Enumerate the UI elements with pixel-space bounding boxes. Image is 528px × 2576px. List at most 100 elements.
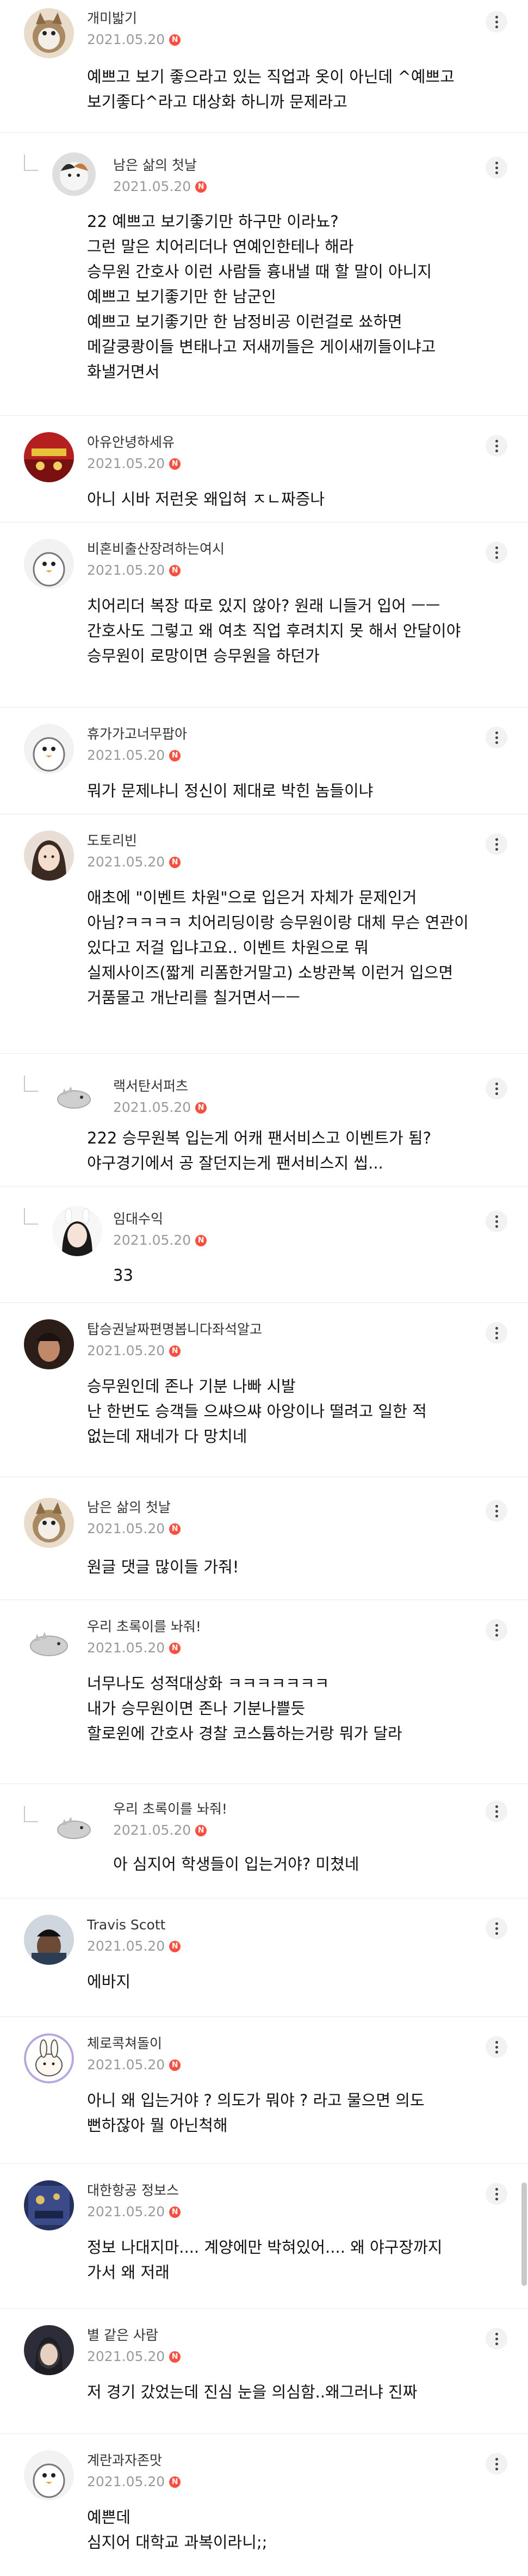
user-avatar[interactable] xyxy=(24,724,74,774)
more-options-button[interactable] xyxy=(486,2183,507,2205)
comment-date-text: 2021.05.20 xyxy=(87,2204,165,2220)
comment-date-text: 2021.05.20 xyxy=(113,1822,191,1838)
user-avatar[interactable] xyxy=(24,1616,74,1667)
comment-item: 비혼비출산장려하는여시 2021.05.20 N 치어리더 복장 따로 있지 않아… xyxy=(0,522,528,708)
comment-item: 개미밟기 2021.05.20 N 예쁘고 보기 좋으라고 있는 직업과 옷이 아… xyxy=(0,0,528,133)
more-dot-icon xyxy=(495,843,498,846)
more-options-button[interactable] xyxy=(486,1619,507,1641)
user-avatar[interactable] xyxy=(24,539,74,589)
more-dot-icon xyxy=(495,439,498,442)
comment-date-text: 2021.05.20 xyxy=(113,179,191,194)
user-avatar[interactable] xyxy=(24,1319,74,1369)
reply-indicator-icon xyxy=(24,1806,38,1822)
comment-date: 2021.05.20 N xyxy=(113,1232,207,1249)
comment-author[interactable]: 우리 초록이를 놔줘! xyxy=(113,1800,227,1818)
comment-author[interactable]: 임대수익 xyxy=(113,1210,207,1228)
new-badge: N xyxy=(169,34,181,46)
user-avatar[interactable] xyxy=(24,8,74,58)
comment-item: Travis Scott 2021.05.20 N 에바지 xyxy=(0,1898,528,2017)
comment-item: 체로콕쳐돌이 2021.05.20 N 아니 왜 입는거야 ? 의도가 뭐야 ? … xyxy=(0,2017,528,2164)
more-dot-icon xyxy=(495,731,498,734)
comment-date-text: 2021.05.20 xyxy=(87,1640,165,1656)
comment-author[interactable]: 도토리빈 xyxy=(87,832,181,850)
user-avatar[interactable] xyxy=(52,1206,102,1256)
scrollbar-thumb[interactable] xyxy=(521,2182,527,2286)
more-options-button[interactable] xyxy=(486,2036,507,2058)
comment-text: 원글 댓글 많이들 가줘! xyxy=(87,1558,239,1576)
comment-date-text: 2021.05.20 xyxy=(87,32,165,47)
comment-date: 2021.05.20 N xyxy=(87,1640,201,1656)
more-dot-icon xyxy=(495,1805,498,1808)
more-options-button[interactable] xyxy=(486,1917,507,1939)
more-options-button[interactable] xyxy=(486,727,507,748)
comment-author[interactable]: 탑승권날짜편명봅니다좌석알고 xyxy=(87,1321,262,1338)
comment-date-text: 2021.05.20 xyxy=(87,747,165,763)
more-dot-icon xyxy=(495,1504,498,1508)
comment-author[interactable]: 남은 삶의 첫날 xyxy=(113,157,207,174)
comment-item: 대한항공 정보스 2021.05.20 N 정보 나대지마.... 계양에만 박혀… xyxy=(0,2164,528,2309)
more-dot-icon xyxy=(495,20,498,23)
comment-author[interactable]: 개미밟기 xyxy=(87,10,181,27)
comment-author[interactable]: 비혼비출산장려하는여시 xyxy=(87,540,225,558)
user-avatar[interactable] xyxy=(24,2180,74,2230)
more-dot-icon xyxy=(495,171,498,174)
more-dot-icon xyxy=(495,2457,498,2461)
user-avatar[interactable] xyxy=(24,2033,74,2083)
comment-author[interactable]: 별 같은 사람 xyxy=(87,2327,181,2344)
more-options-button[interactable] xyxy=(486,1800,507,1822)
more-dot-icon xyxy=(495,1628,498,1632)
new-badge: N xyxy=(169,1642,181,1654)
user-avatar[interactable] xyxy=(52,1804,96,1847)
user-avatar[interactable] xyxy=(52,1073,96,1117)
more-dot-icon xyxy=(495,741,498,744)
more-options-button[interactable] xyxy=(486,2453,507,2475)
comment-date: 2021.05.20 N xyxy=(87,2057,181,2073)
more-dot-icon xyxy=(495,1810,498,1813)
user-avatar[interactable] xyxy=(24,831,74,881)
comment-author[interactable]: 랙서탄서퍼츠 xyxy=(113,1078,207,1095)
comment-author[interactable]: 계란과자존맛 xyxy=(87,2452,181,2469)
more-options-button[interactable] xyxy=(486,435,507,457)
more-dot-icon xyxy=(495,2332,498,2335)
more-options-button[interactable] xyxy=(486,1322,507,1344)
user-avatar[interactable] xyxy=(24,2325,74,2375)
user-avatar[interactable] xyxy=(24,2450,74,2500)
more-options-button[interactable] xyxy=(486,11,507,33)
comment-author[interactable]: 아유안녕하세유 xyxy=(87,434,181,451)
more-options-button[interactable] xyxy=(486,1210,507,1232)
comment-author[interactable]: 휴가가고너무팝아 xyxy=(87,726,187,743)
comment-author[interactable]: 대한항공 정보스 xyxy=(87,2182,181,2199)
new-badge: N xyxy=(169,458,181,470)
comment-date: 2021.05.20 N xyxy=(87,2348,181,2365)
more-dot-icon xyxy=(495,1633,498,1637)
comment-text: 치어리더 복장 따로 있지 않아? 원래 니들거 입어 ㅡㅡ 간호사도 그렇고 … xyxy=(87,597,461,665)
more-options-button[interactable] xyxy=(486,542,507,563)
reply-item: 우리 초록이를 놔줘! 2021.05.20 N 아 심지어 학생들이 입는거야?… xyxy=(0,1784,528,1898)
new-badge: N xyxy=(169,1523,181,1535)
more-options-button[interactable] xyxy=(486,2328,507,2350)
more-dot-icon xyxy=(495,1932,498,1935)
more-options-button[interactable] xyxy=(486,833,507,855)
comment-item: 아유안녕하세유 2021.05.20 N 아니 시바 저런옷 왜입혀 ㅈㄴ짜증나 xyxy=(0,416,528,522)
comment-date: 2021.05.20 N xyxy=(87,32,181,48)
comment-author[interactable]: 우리 초록이를 놔줘! xyxy=(87,1618,201,1636)
user-avatar[interactable] xyxy=(52,152,96,196)
more-dot-icon xyxy=(495,444,498,447)
more-options-button[interactable] xyxy=(486,1500,507,1522)
comment-author[interactable]: 남은 삶의 첫날 xyxy=(87,1499,181,1516)
more-dot-icon xyxy=(495,1624,498,1627)
more-dot-icon xyxy=(495,1215,498,1218)
comment-author[interactable]: 체로콕쳐돌이 xyxy=(87,2035,181,2052)
user-avatar[interactable] xyxy=(24,1498,74,1548)
new-badge: N xyxy=(195,181,207,193)
more-options-button[interactable] xyxy=(486,1078,507,1099)
more-dot-icon xyxy=(495,1082,498,1085)
comment-text: 뭐가 문제냐니 정신이 제대로 박힌 놈들이냐 xyxy=(87,782,374,800)
user-avatar[interactable] xyxy=(24,432,74,482)
more-options-button[interactable] xyxy=(486,157,507,179)
reply-indicator-icon xyxy=(24,1208,38,1225)
comment-text: 33 xyxy=(113,1266,133,1284)
comment-date-text: 2021.05.20 xyxy=(87,2474,165,2489)
user-avatar[interactable] xyxy=(24,1915,74,1965)
comment-author[interactable]: Travis Scott xyxy=(87,1916,181,1934)
